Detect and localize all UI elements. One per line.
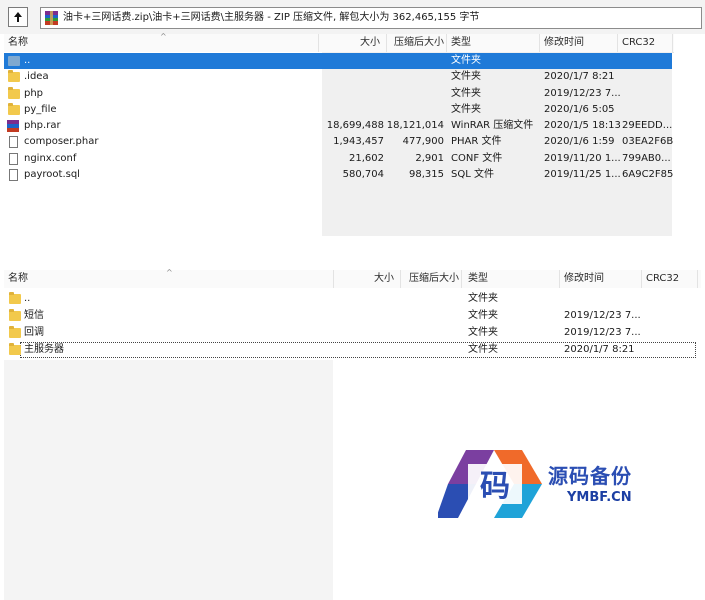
column-header-modified[interactable]: 修改时间 (564, 270, 604, 288)
column-header-crc[interactable]: CRC32 (622, 34, 655, 52)
folder-icon (8, 70, 20, 82)
row-modified: 2020/1/6 1:59 (544, 136, 615, 147)
file-icon (9, 169, 18, 181)
row-name: 主服务器 (24, 344, 64, 355)
row-name: py_file (24, 104, 57, 115)
row-packed: 98,315 (409, 169, 444, 180)
file-icon (9, 153, 18, 165)
row-size: 1,943,457 (333, 136, 384, 147)
column-headers: 名称 ^ 大小 压缩后大小 类型 修改时间 CRC32 (4, 268, 701, 289)
row-type: SQL 文件 (451, 169, 494, 180)
row-type: 文件夹 (468, 293, 498, 304)
row-name: .idea (24, 71, 49, 82)
selected-row-highlight (4, 53, 672, 69)
column-header-size[interactable]: 大小 (374, 270, 394, 288)
row-name: php.rar (24, 120, 61, 131)
path-field[interactable]: 油卡+三网话费.zip\油卡+三网话费\主服务器 - ZIP 压缩文件, 解包大… (40, 7, 702, 29)
row-size: 580,704 (342, 169, 384, 180)
row-crc: 799AB0... (622, 153, 671, 164)
column-separator[interactable] (386, 34, 387, 52)
row-size: 21,602 (349, 153, 384, 164)
row-modified: 2020/1/6 5:05 (544, 104, 615, 115)
column-separator[interactable] (559, 270, 560, 288)
row-type: 文件夹 (468, 327, 498, 338)
row-name: payroot.sql (24, 169, 80, 180)
column-header-type[interactable]: 类型 (451, 34, 471, 52)
row-type: 文件夹 (468, 310, 498, 321)
column-separator[interactable] (539, 34, 540, 52)
column-header-modified[interactable]: 修改时间 (544, 34, 584, 52)
row-modified: 2019/11/20 1... (544, 153, 621, 164)
column-separator[interactable] (641, 270, 642, 288)
archive-icon (45, 11, 58, 25)
row-crc: 03EA2F6B (622, 136, 674, 147)
row-name: .. (24, 293, 31, 304)
folder-icon (8, 103, 20, 115)
column-separator[interactable] (672, 34, 673, 52)
up-folder-icon (8, 56, 20, 66)
column-header-type[interactable]: 类型 (468, 270, 488, 288)
path-text: 油卡+三网话费.zip\油卡+三网话费\主服务器 - ZIP 压缩文件, 解包大… (63, 12, 480, 23)
row-type: CONF 文件 (451, 153, 503, 164)
column-separator[interactable] (617, 34, 618, 52)
up-folder-button[interactable] (8, 7, 28, 27)
row-modified: 2019/12/23 7... (544, 88, 621, 99)
empty-area (4, 360, 333, 600)
rar-archive-icon (7, 120, 19, 132)
row-packed: 2,901 (415, 153, 444, 164)
address-bar: 油卡+三网话费.zip\油卡+三网话费\主服务器 - ZIP 压缩文件, 解包大… (0, 0, 705, 34)
file-list-top: 名称 ^ 大小 压缩后大小 类型 修改时间 CRC32 .. 文件夹 .idea… (4, 32, 674, 236)
column-separator[interactable] (697, 270, 698, 288)
row-packed: 477,900 (402, 136, 444, 147)
row-name: 回调 (24, 327, 44, 338)
row-modified: 2019/12/23 7... (564, 310, 641, 321)
folder-icon (9, 343, 21, 355)
folder-icon (8, 87, 20, 99)
sort-caret-icon: ^ (160, 32, 167, 41)
row-type: PHAR 文件 (451, 136, 502, 147)
row-modified: 2020/1/7 8:21 (564, 344, 635, 355)
column-separator[interactable] (333, 270, 334, 288)
folder-icon (9, 326, 21, 338)
watermark-subtext: YMBF.CN (567, 490, 632, 505)
row-name: php (24, 88, 44, 99)
row-type: WinRAR 压缩文件 (451, 120, 534, 131)
row-name: nginx.conf (24, 153, 77, 164)
folder-icon (9, 309, 21, 321)
column-header-packed[interactable]: 压缩后大小 (409, 270, 459, 288)
row-modified: 2020/1/5 18:13 (544, 120, 621, 131)
file-icon (9, 136, 18, 148)
row-name: composer.phar (24, 136, 99, 147)
folder-icon (9, 292, 21, 304)
row-modified: 2020/1/7 8:21 (544, 71, 615, 82)
column-header-name[interactable]: 名称 (8, 270, 28, 288)
column-separator[interactable] (446, 34, 447, 52)
column-separator[interactable] (318, 34, 319, 52)
column-header-size[interactable]: 大小 (360, 34, 380, 52)
column-header-crc[interactable]: CRC32 (646, 270, 679, 288)
sort-caret-icon: ^ (166, 268, 173, 277)
row-modified: 2019/11/25 1... (544, 169, 621, 180)
row-type: 文件夹 (451, 104, 481, 115)
watermark-logo-icon: 码 (438, 450, 542, 518)
row-name: .. (24, 55, 31, 66)
row-size: 18,699,488 (326, 120, 384, 131)
watermark-logo-char: 码 (480, 469, 510, 504)
row-type: 文件夹 (468, 344, 498, 355)
row-type: 文件夹 (451, 55, 481, 66)
column-separator[interactable] (461, 270, 462, 288)
row-type: 文件夹 (451, 71, 481, 82)
watermark-text: 源码备份 (548, 464, 632, 488)
row-name: 短信 (24, 310, 44, 321)
row-modified: 2019/12/23 7... (564, 327, 641, 338)
row-packed: 18,121,014 (386, 120, 444, 131)
row-crc: 29EEDD... (622, 120, 673, 131)
row-type: 文件夹 (451, 88, 481, 99)
column-header-name[interactable]: 名称 (8, 34, 28, 52)
column-header-packed[interactable]: 压缩后大小 (394, 34, 444, 52)
column-separator[interactable] (400, 270, 401, 288)
row-crc: 6A9C2F85 (622, 169, 674, 180)
column-headers: 名称 ^ 大小 压缩后大小 类型 修改时间 CRC32 (4, 32, 674, 53)
